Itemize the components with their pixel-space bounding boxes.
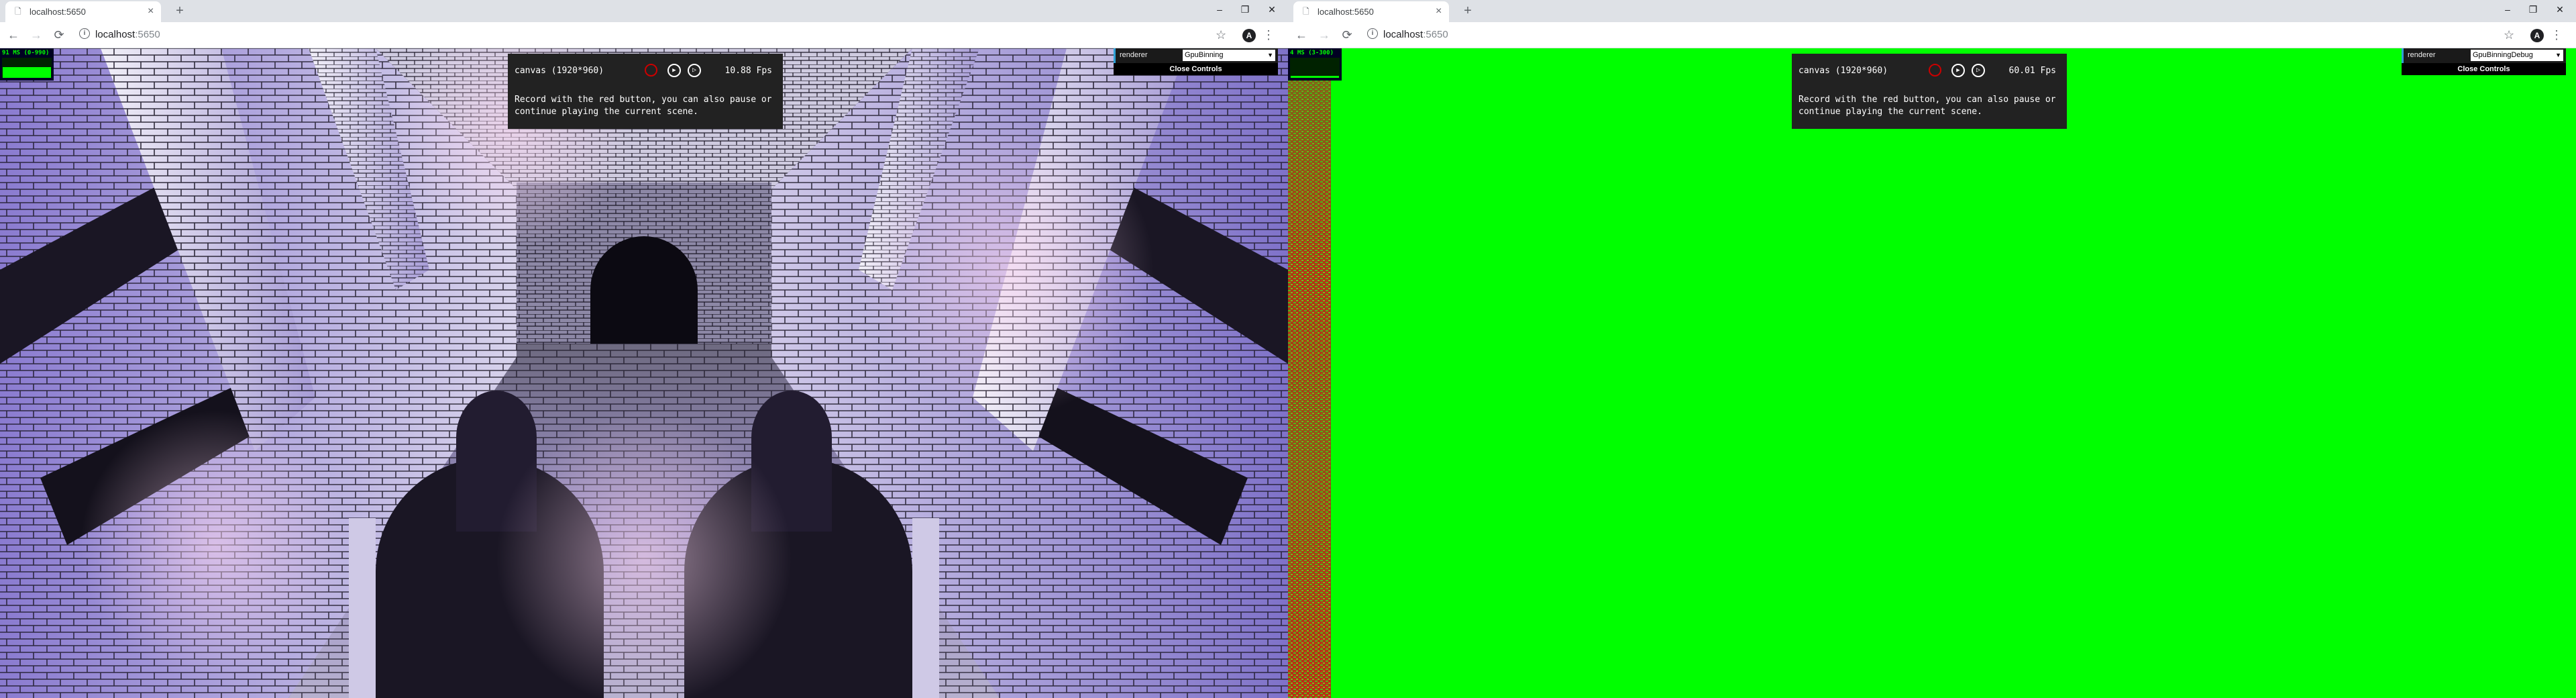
window-close-button[interactable]: ✕ xyxy=(1258,3,1285,16)
browser-menu-icon[interactable]: ⋮ xyxy=(2551,28,2563,42)
renderer-control-row: renderer GpuBinningDebug ▼ xyxy=(2402,48,2566,63)
renderer-label: renderer xyxy=(1120,51,1148,59)
recorder-panel: canvas (1920*960) ▶ ▷ 60.01 Fps Record w… xyxy=(1792,54,2067,129)
bookmark-star-icon[interactable]: ☆ xyxy=(1216,28,1226,42)
new-tab-button[interactable]: + xyxy=(172,3,188,18)
close-controls-button[interactable]: Close Controls xyxy=(1114,63,1278,75)
canvas-size-label: canvas (1920*960) xyxy=(515,66,604,76)
chevron-down-icon: ▼ xyxy=(2555,52,2561,58)
minimize-button[interactable]: – xyxy=(2494,3,2521,16)
url-port: :5650 xyxy=(135,29,160,40)
tab-close-icon[interactable]: × xyxy=(1436,5,1442,17)
back-button[interactable]: ← xyxy=(1293,28,1309,42)
profile-avatar[interactable]: A xyxy=(2530,29,2544,42)
stats-fps-meter[interactable]: 4 MS (3-300) xyxy=(1288,48,1342,81)
page-icon: 🗋 xyxy=(1303,7,1309,16)
tab-close-icon[interactable]: × xyxy=(148,5,154,17)
step-forward-button[interactable]: ▷ xyxy=(1972,64,1985,77)
recorder-panel: canvas (1920*960) ▶ ▷ 10.88 Fps Record w… xyxy=(508,54,783,129)
play-pause-button[interactable]: ▶ xyxy=(1951,64,1965,77)
recorder-help-text: Record with the red button, you can also… xyxy=(1799,95,2056,117)
stats-fps-meter[interactable]: 91 MS (0-990) xyxy=(0,48,54,81)
url-text: localhost:5650 xyxy=(95,29,160,40)
browser-tab[interactable]: 🗋 localhost:5650 × xyxy=(1293,1,1449,22)
bookmark-star-icon[interactable]: ☆ xyxy=(2504,28,2514,42)
url-host: localhost xyxy=(1383,29,1424,40)
page-icon: 🗋 xyxy=(15,7,21,16)
step-forward-button[interactable]: ▷ xyxy=(688,64,701,77)
renderer-select-value: GpuBinning xyxy=(1185,51,1224,59)
record-button[interactable] xyxy=(645,64,657,77)
canvas-size-label: canvas (1920*960) xyxy=(1799,66,1888,76)
browser-window-left: 🗋 localhost:5650 × + – ❐ ✕ ← → ⟳ i local… xyxy=(0,0,1288,698)
fps-readout: 10.88 Fps xyxy=(724,66,772,76)
renderer-select-value: GpuBinningDebug xyxy=(2473,51,2533,59)
minimize-button[interactable]: – xyxy=(1206,3,1233,16)
renderer-control-row: renderer GpuBinning ▼ xyxy=(1114,48,1278,63)
browser-window-right: 🗋 localhost:5650 × + – ❐ ✕ ← → ⟳ i local… xyxy=(1288,0,2576,698)
close-controls-button[interactable]: Close Controls xyxy=(2402,63,2566,75)
chevron-down-icon: ▼ xyxy=(1267,52,1273,58)
site-info-icon[interactable]: i xyxy=(79,28,90,39)
back-button[interactable]: ← xyxy=(5,28,21,42)
profile-avatar[interactable]: A xyxy=(1242,29,1256,42)
dat-gui-controls: renderer GpuBinning ▼ Close Controls xyxy=(1114,48,1278,75)
url-text: localhost:5650 xyxy=(1383,29,1448,40)
debug-binning-visualization xyxy=(1288,48,2576,698)
stats-readout: 91 MS (0-990) xyxy=(2,50,50,56)
new-tab-button[interactable]: + xyxy=(1460,3,1476,18)
tab-title: localhost:5650 xyxy=(30,7,86,17)
webgl-viewport[interactable]: 4 MS (3-300) canvas (1920*960) ▶ ▷ 60.01… xyxy=(1288,48,2576,698)
maximize-button[interactable]: ❐ xyxy=(2520,3,2546,16)
stats-graph xyxy=(2,58,52,78)
play-pause-button[interactable]: ▶ xyxy=(667,64,681,77)
url-port: :5650 xyxy=(1423,29,1448,40)
renderer-select[interactable]: GpuBinningDebug ▼ xyxy=(2471,50,2563,61)
record-button[interactable] xyxy=(1929,64,1941,77)
webgl-viewport[interactable]: 91 MS (0-990) canvas (1920*960) ▶ ▷ 10.8… xyxy=(0,48,1288,698)
rendered-sponza-scene xyxy=(0,48,1288,698)
fps-readout: 60.01 Fps xyxy=(2008,66,2056,76)
address-bar[interactable]: i localhost:5650 xyxy=(1360,26,2487,44)
forward-button[interactable]: → xyxy=(1316,28,1332,42)
stats-graph xyxy=(1290,58,1340,78)
address-bar[interactable]: i localhost:5650 xyxy=(72,26,1199,44)
reload-button[interactable]: ⟳ xyxy=(51,28,67,42)
stats-readout: 4 MS (3-300) xyxy=(1290,50,1334,56)
stats-graph-bar xyxy=(3,66,51,78)
url-host: localhost xyxy=(95,29,136,40)
reload-button[interactable]: ⟳ xyxy=(1339,28,1355,42)
browser-menu-icon[interactable]: ⋮ xyxy=(1263,28,1275,42)
window-close-button[interactable]: ✕ xyxy=(2546,3,2573,16)
recorder-help-text: Record with the red button, you can also… xyxy=(515,95,772,117)
dat-gui-controls: renderer GpuBinningDebug ▼ Close Control… xyxy=(2402,48,2566,75)
renderer-select[interactable]: GpuBinning ▼ xyxy=(1183,50,1275,61)
browser-tab[interactable]: 🗋 localhost:5650 × xyxy=(5,1,161,22)
browser-toolbar: ← → ⟳ i localhost:5650 ☆ A ⋮ xyxy=(1288,22,2576,48)
renderer-label: renderer xyxy=(2408,51,2436,59)
forward-button[interactable]: → xyxy=(28,28,44,42)
tab-strip: 🗋 localhost:5650 × + – ❐ ✕ xyxy=(0,0,1288,22)
browser-toolbar: ← → ⟳ i localhost:5650 ☆ A ⋮ xyxy=(0,22,1288,48)
maximize-button[interactable]: ❐ xyxy=(1232,3,1258,16)
stats-graph-bar xyxy=(1291,76,1339,78)
site-info-icon[interactable]: i xyxy=(1367,28,1378,39)
tab-strip: 🗋 localhost:5650 × + – ❐ ✕ xyxy=(1288,0,2576,22)
tab-title: localhost:5650 xyxy=(1318,7,1374,17)
